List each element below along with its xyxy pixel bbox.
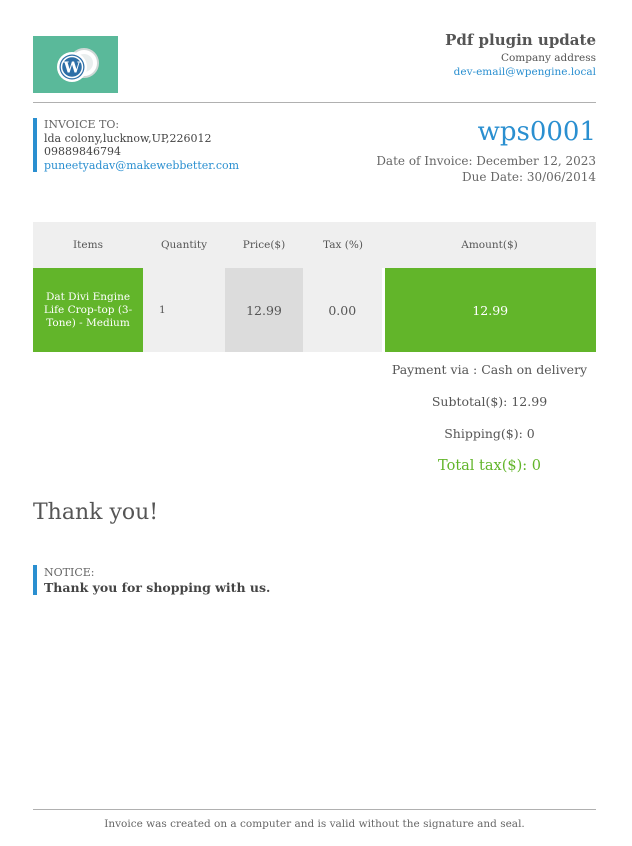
total-tax: Total tax($): 0 [438,458,541,474]
subtotal: Subtotal($): 12.99 [431,394,548,409]
header-tax: Tax (%) [303,222,383,268]
customer-email[interactable]: puneetyadav@makewebbetter.com [44,159,239,173]
company-block: Pdf plugin update Company address dev-em… [296,30,596,79]
footer-note: Invoice was created on a computer and is… [104,818,525,830]
item-tax: 0.00 [303,268,383,352]
table-header-row: Items Quantity Price($) Tax (%) Amount($… [33,222,596,268]
notice-block: NOTICE: Thank you for shopping with us. [33,565,270,595]
shipping: Shipping($): 0 [444,426,535,441]
notice-message: Thank you for shopping with us. [44,580,271,595]
invoice-to-label: INVOICE TO: [44,118,120,131]
svg-text:W: W [62,58,81,76]
payment-method: Payment via : Cash on delivery [391,362,588,377]
invoice-number: wps0001 [477,117,596,147]
header-amount: Amount($) [383,222,596,268]
header-quantity: Quantity [143,222,225,268]
invoice-meta: wps0001 Date of Invoice: December 12, 20… [296,115,596,185]
item-price: 12.99 [225,268,303,352]
company-address: Company address [500,52,596,64]
company-email[interactable]: dev-email@wpengine.local [296,65,596,79]
header-items: Items [33,222,143,268]
thank-you-heading: Thank you! [33,500,159,525]
invoice-to-block: INVOICE TO: lda colony,lucknow,UP,226012… [33,118,239,172]
header-price: Price($) [225,222,303,268]
invoice-date: Date of Invoice: December 12, 2023 [376,154,596,168]
item-amount: 12.99 [381,268,596,352]
item-quantity: 1 [143,268,225,352]
customer-address: lda colony,lucknow,UP,226012 [44,131,212,145]
items-table: Items Quantity Price($) Tax (%) Amount($… [33,222,596,352]
totals-block: Payment via : Cash on delivery Subtotal(… [383,358,596,486]
wordpress-logo-icon: W [56,47,99,82]
item-name: Dat Divi Engine Life Crop-top (3-Tone) -… [33,268,143,352]
company-logo: W [33,36,118,93]
invoice-due-date: Due Date: 30/06/2014 [462,169,596,184]
notice-label: NOTICE: [44,566,95,579]
company-name: Pdf plugin update [445,31,596,49]
header-divider [33,102,596,103]
table-row: Dat Divi Engine Life Crop-top (3-Tone) -… [33,268,596,352]
footer-divider [33,809,596,810]
customer-phone: 09889846794 [44,145,121,158]
